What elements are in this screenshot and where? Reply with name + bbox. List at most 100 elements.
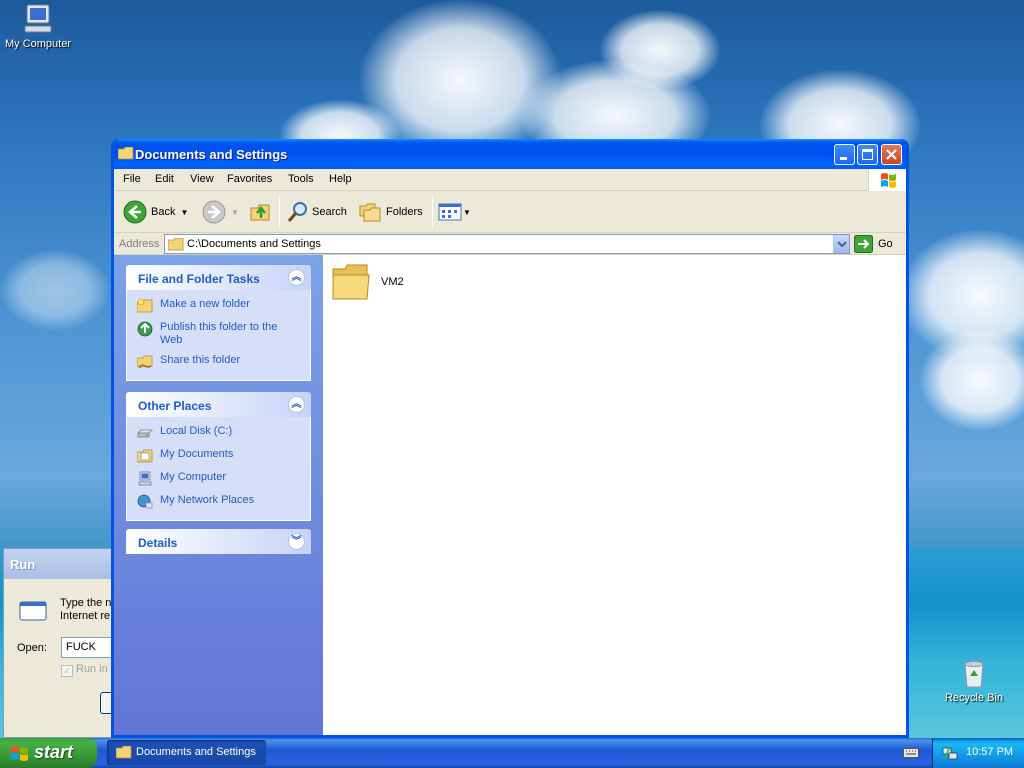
folders-button[interactable]: Folders bbox=[358, 199, 423, 225]
publish-folder-link[interactable]: Publish this folder to the Web bbox=[137, 321, 300, 347]
expand-icon[interactable]: ︾ bbox=[288, 533, 305, 550]
minimize-button[interactable] bbox=[834, 144, 855, 165]
title-bar[interactable]: Documents and Settings bbox=[114, 139, 906, 169]
my-network-places-link[interactable]: My Network Places bbox=[137, 494, 300, 510]
folders-icon bbox=[359, 203, 381, 222]
task-link-label: Publish this folder to the Web bbox=[160, 321, 278, 346]
panel-header[interactable]: Other Places ︽ bbox=[126, 392, 311, 417]
chevron-down-icon bbox=[837, 241, 847, 248]
menu-tools[interactable]: Tools bbox=[288, 173, 314, 185]
hard-drive-icon bbox=[137, 429, 153, 438]
menu-help[interactable]: Help bbox=[329, 173, 352, 185]
place-link-label: Local Disk (C:) bbox=[160, 425, 233, 437]
make-new-folder-link[interactable]: Make a new folder bbox=[137, 298, 300, 314]
views-icon bbox=[438, 203, 462, 221]
window-title: Documents and Settings bbox=[135, 147, 288, 162]
forward-button[interactable]: ▼ bbox=[202, 199, 239, 225]
my-computer-icon bbox=[24, 4, 52, 33]
run-icon bbox=[19, 601, 47, 621]
toolbar: Back ▼ ▼ Search Folders ▼ bbox=[114, 191, 906, 233]
search-button[interactable]: Search bbox=[286, 199, 347, 225]
up-button[interactable] bbox=[249, 199, 273, 225]
address-dropdown-button[interactable] bbox=[833, 235, 849, 253]
address-label: Address bbox=[119, 238, 160, 250]
new-folder-icon bbox=[137, 298, 153, 313]
run-checkbox-label: Run in bbox=[76, 663, 108, 675]
taskbar: start Documents and Settings 10:57 PM bbox=[0, 738, 1024, 768]
menu-file[interactable]: File bbox=[123, 173, 141, 185]
back-dropdown-icon[interactable]: ▼ bbox=[180, 208, 188, 217]
sky-cloud bbox=[920, 330, 1024, 430]
network-tray-icon[interactable] bbox=[942, 745, 958, 761]
panel-header[interactable]: Details ︾ bbox=[126, 529, 311, 554]
desktop-icon-label: Recycle Bin bbox=[944, 692, 1004, 704]
windows-logo bbox=[868, 169, 906, 191]
keyboard-icon[interactable] bbox=[903, 746, 919, 758]
desktop-icon-recycle-bin[interactable]: Recycle Bin bbox=[936, 656, 1012, 704]
details-panel: Details ︾ bbox=[126, 529, 311, 554]
share-folder-link[interactable]: Share this folder bbox=[137, 354, 300, 370]
back-arrow-icon bbox=[123, 200, 147, 224]
run-dialog: Run Type the n Internet re Open: FUCK ✓ R… bbox=[3, 548, 140, 738]
sky-cloud bbox=[0, 250, 110, 330]
folder-up-icon bbox=[250, 204, 270, 221]
sky-cloud bbox=[600, 10, 720, 90]
close-button[interactable] bbox=[881, 144, 902, 165]
place-link-label: My Computer bbox=[160, 471, 227, 483]
panel-title: Other Places bbox=[138, 399, 212, 413]
toolbar-separator bbox=[279, 197, 280, 227]
minimize-icon bbox=[840, 157, 847, 160]
run-description-line: Type the n bbox=[60, 597, 112, 609]
desktop-icon-label: My Computer bbox=[4, 38, 72, 50]
windows-flag-icon bbox=[881, 173, 896, 188]
views-dropdown-icon[interactable]: ▼ bbox=[463, 208, 471, 217]
address-value: C:\Documents and Settings bbox=[187, 238, 321, 250]
folders-label: Folders bbox=[386, 206, 423, 218]
menu-view[interactable]: View bbox=[190, 173, 214, 185]
run-open-label: Open: bbox=[17, 642, 47, 654]
run-description: Type the n Internet re bbox=[60, 597, 111, 623]
system-tray: 10:57 PM bbox=[932, 738, 1024, 768]
panel-body: Local Disk (C:) My Documents My Computer… bbox=[126, 417, 311, 521]
collapse-icon[interactable]: ︽ bbox=[288, 396, 305, 413]
back-button[interactable]: Back ▼ bbox=[123, 199, 188, 225]
start-label: start bbox=[34, 742, 74, 762]
my-documents-link[interactable]: My Documents bbox=[137, 448, 300, 464]
file-name: VM2 bbox=[381, 276, 404, 288]
maximize-button[interactable] bbox=[857, 144, 878, 165]
recycle-bin-icon bbox=[964, 661, 984, 688]
panel-title: File and Folder Tasks bbox=[138, 272, 260, 286]
taskbar-button-documents-and-settings[interactable]: Documents and Settings bbox=[107, 740, 266, 765]
run-checkbox[interactable]: ✓ Run in bbox=[61, 663, 108, 677]
share-folder-icon bbox=[137, 355, 153, 369]
network-places-icon bbox=[137, 494, 153, 509]
menu-edit[interactable]: Edit bbox=[155, 173, 174, 185]
clock[interactable]: 10:57 PM bbox=[966, 746, 1013, 758]
forward-dropdown-icon[interactable]: ▼ bbox=[231, 208, 239, 217]
folder-icon bbox=[168, 238, 184, 251]
file-folder-tasks-panel: File and Folder Tasks ︽ Make a new folde… bbox=[126, 265, 311, 381]
close-icon bbox=[886, 149, 897, 160]
place-link-label: My Network Places bbox=[160, 494, 255, 506]
folder-icon bbox=[332, 264, 370, 300]
local-disk-link[interactable]: Local Disk (C:) bbox=[137, 425, 300, 441]
content-area: File and Folder Tasks ︽ Make a new folde… bbox=[114, 255, 906, 735]
desktop-icon-my-computer[interactable]: My Computer bbox=[0, 2, 76, 50]
menu-bar: File Edit View Favorites Tools Help bbox=[114, 169, 906, 191]
toolbar-separator bbox=[432, 197, 433, 227]
go-arrow-icon bbox=[854, 235, 873, 253]
task-pane: File and Folder Tasks ︽ Make a new folde… bbox=[114, 255, 323, 735]
start-button[interactable]: start bbox=[0, 738, 97, 768]
menu-favorites[interactable]: Favorites bbox=[227, 173, 272, 185]
panel-body: Make a new folder Publish this folder to… bbox=[126, 290, 311, 381]
panel-header[interactable]: File and Folder Tasks ︽ bbox=[126, 265, 311, 290]
address-input[interactable]: C:\Documents and Settings bbox=[164, 234, 850, 254]
file-item-vm2[interactable]: VM2 bbox=[331, 263, 404, 301]
task-link-label: Make a new folder bbox=[160, 298, 250, 310]
collapse-icon[interactable]: ︽ bbox=[288, 269, 305, 286]
my-computer-link[interactable]: My Computer bbox=[137, 471, 300, 487]
folder-icon bbox=[118, 147, 134, 160]
my-documents-icon bbox=[137, 449, 153, 463]
views-button[interactable]: ▼ bbox=[438, 199, 471, 225]
go-button[interactable]: Go bbox=[854, 235, 893, 253]
